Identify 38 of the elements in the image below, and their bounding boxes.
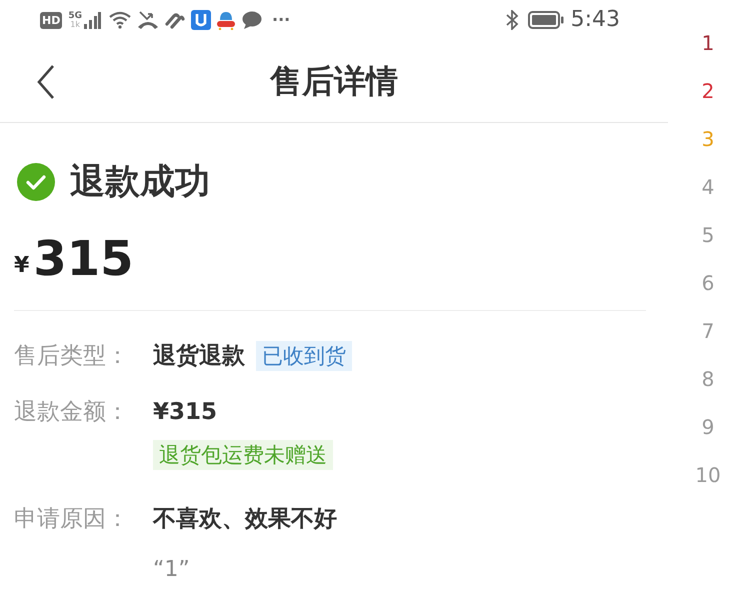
index-number: 6 [702, 273, 714, 293]
page-title: 售后详情 [270, 65, 398, 97]
index-number: 5 [702, 225, 714, 245]
index-number: 10 [695, 465, 721, 485]
index-number: 4 [702, 177, 714, 197]
link-icon [165, 11, 185, 29]
bluetooth-icon [504, 10, 519, 30]
field-value: 退货退款 [153, 344, 245, 368]
index-number: 1 [702, 33, 714, 53]
index-number: 3 [702, 129, 714, 149]
app-icon [191, 10, 211, 30]
refund-amount: 315 [33, 235, 134, 283]
field-value: 不喜欢、效果不好 [153, 508, 337, 530]
network-type-label: 5G [68, 12, 82, 20]
clock-time: 5:43 [570, 9, 620, 31]
field-value: ¥315 [153, 400, 218, 424]
chat-bubble-icon [242, 11, 262, 29]
reason-note: “1” [153, 556, 190, 584]
field-label: 售后类型： [14, 344, 130, 368]
wifi-icon [109, 11, 131, 29]
index-number: 2 [702, 81, 714, 101]
battery-icon [528, 11, 564, 29]
refund-status-title: 退款成功 [70, 164, 210, 200]
field-label: 退款金额： [14, 400, 130, 424]
index-number: 8 [702, 369, 714, 389]
app-icon [215, 10, 237, 30]
phone-arrow-icon [137, 11, 159, 29]
currency-symbol: ¥ [14, 255, 30, 277]
chevron-left-icon [37, 65, 55, 99]
more-indicator: ··· [272, 12, 290, 28]
field-label: 申请原因： [14, 508, 130, 530]
note-tag: 退货包运费未赠送 [153, 440, 333, 470]
signal-bars-icon [83, 11, 101, 29]
hd-badge: HD [40, 12, 62, 28]
index-number: 7 [702, 321, 714, 341]
status-tag: 已收到货 [256, 341, 352, 371]
index-number: 9 [702, 417, 714, 437]
speed-label: 1k [70, 20, 80, 28]
